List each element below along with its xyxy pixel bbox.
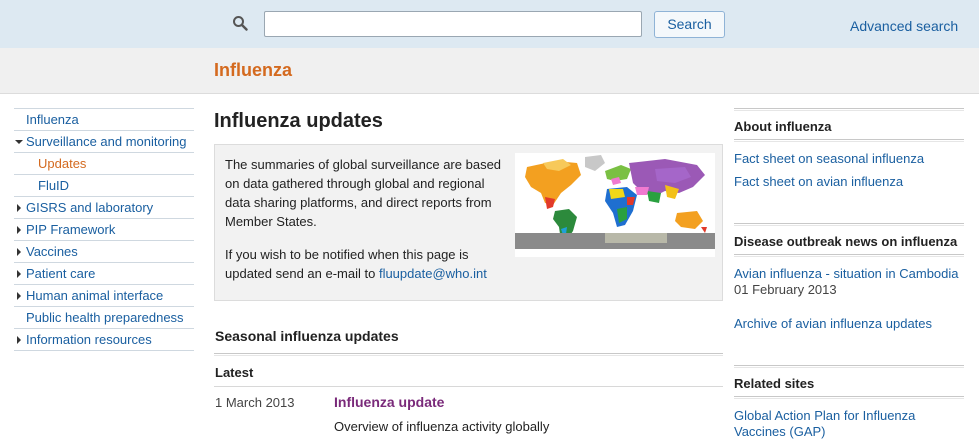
update-date: 1 March 2013	[215, 395, 295, 410]
nav-item-human-animal[interactable]: Human animal interface	[14, 284, 194, 306]
email-link[interactable]: fluupdate@who.int	[379, 266, 487, 281]
archive-avian-link[interactable]: Archive of avian influenza updates	[734, 316, 932, 332]
nav-item-fluid[interactable]: FluID	[14, 174, 194, 196]
section-divider	[214, 353, 723, 356]
update-title-link[interactable]: Influenza update	[334, 394, 444, 410]
nav-item-label[interactable]: Vaccines	[26, 244, 78, 259]
nav-item-influenza[interactable]: Influenza	[14, 108, 194, 130]
nav-item-public-health[interactable]: Public health preparedness	[14, 306, 194, 328]
nav-item-updates[interactable]: Updates	[14, 152, 194, 174]
nav-item-information[interactable]: Information resources	[14, 328, 194, 351]
right-divider	[734, 396, 964, 399]
right-divider	[734, 108, 964, 111]
triangle-right-icon[interactable]	[17, 248, 21, 256]
intro-text: The summaries of global surveillance are…	[225, 157, 502, 229]
news-date: 01 February 2013	[734, 282, 837, 297]
nav-item-label[interactable]: Surveillance and monitoring	[26, 134, 186, 149]
disease-outbreak-heading: Disease outbreak news on influenza	[734, 234, 958, 249]
nav-item-gisrs[interactable]: GISRS and laboratory	[14, 196, 194, 218]
avian-cambodia-link[interactable]: Avian influenza - situation in Cambodia	[734, 266, 959, 282]
nav-item-label[interactable]: Public health preparedness	[26, 310, 184, 325]
related-sites-heading: Related sites	[734, 376, 815, 391]
triangle-down-icon[interactable]	[15, 140, 23, 144]
search-input[interactable]	[264, 11, 642, 37]
nav-item-label[interactable]: FluID	[38, 178, 69, 193]
right-divider	[734, 223, 964, 226]
gap-link[interactable]: Global Action Plan for Influenza Vaccine…	[734, 408, 934, 440]
section-band	[0, 48, 979, 94]
nav-item-label[interactable]: Influenza	[26, 112, 79, 127]
latest-label: Latest	[215, 365, 254, 380]
nav-item-surveillance[interactable]: Surveillance and monitoring	[14, 130, 194, 152]
triangle-right-icon[interactable]	[17, 226, 21, 234]
right-divider	[734, 365, 964, 368]
search-icon	[233, 16, 248, 31]
notify-text: If you wish to be notified when this pag…	[225, 245, 505, 283]
nav-item-label[interactable]: Human animal interface	[26, 288, 163, 303]
update-description: Overview of influenza activity globally	[334, 419, 550, 434]
nav-item-label[interactable]: Updates	[38, 156, 86, 171]
triangle-right-icon[interactable]	[17, 270, 21, 278]
nav-item-patient-care[interactable]: Patient care	[14, 262, 194, 284]
triangle-right-icon[interactable]	[17, 336, 21, 344]
page-title: Influenza updates	[214, 110, 383, 132]
advanced-search-link[interactable]: Advanced search	[850, 18, 958, 34]
nav-item-vaccines[interactable]: Vaccines	[14, 240, 194, 262]
world-map-thumbnail[interactable]	[515, 153, 715, 257]
left-navigation: Influenza Surveillance and monitoring Up…	[14, 108, 194, 351]
nav-item-label[interactable]: Information resources	[26, 332, 152, 347]
right-divider	[734, 254, 964, 257]
section-title[interactable]: Influenza	[214, 60, 292, 81]
nav-item-pip[interactable]: PIP Framework	[14, 218, 194, 240]
seasonal-updates-heading: Seasonal influenza updates	[215, 328, 399, 344]
latest-divider	[214, 386, 723, 387]
about-influenza-heading: About influenza	[734, 119, 832, 134]
triangle-right-icon[interactable]	[17, 292, 21, 300]
nav-item-label[interactable]: Patient care	[26, 266, 95, 281]
search-button[interactable]: Search	[654, 11, 725, 38]
nav-item-label[interactable]: GISRS and laboratory	[26, 200, 153, 215]
fact-sheet-avian-link[interactable]: Fact sheet on avian influenza	[734, 174, 903, 190]
triangle-right-icon[interactable]	[17, 204, 21, 212]
fact-sheet-seasonal-link[interactable]: Fact sheet on seasonal influenza	[734, 151, 924, 167]
info-box: The summaries of global surveillance are…	[214, 144, 723, 301]
nav-item-label[interactable]: PIP Framework	[26, 222, 115, 237]
right-divider	[734, 139, 964, 142]
